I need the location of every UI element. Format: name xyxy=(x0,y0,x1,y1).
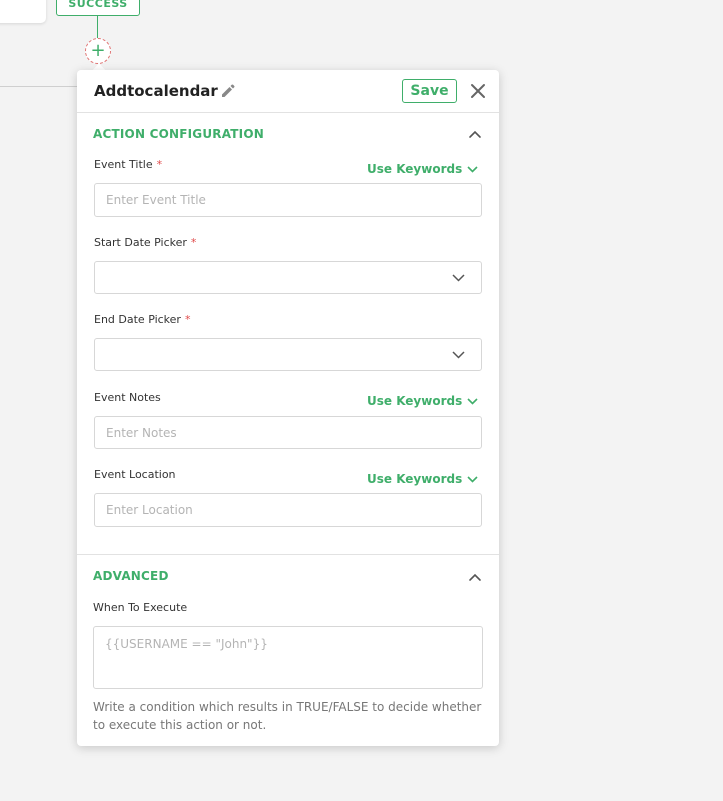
required-mark: * xyxy=(190,236,197,249)
action-config-panel: Addtocalendar Save ACTION CONFIGURATION … xyxy=(77,70,499,746)
success-branch-label: SUCCESS xyxy=(56,0,140,16)
start-date-picker[interactable] xyxy=(94,261,482,294)
required-mark: * xyxy=(156,158,163,171)
close-icon[interactable] xyxy=(469,82,487,100)
event-title-label: Event Title * xyxy=(94,158,163,171)
event-title-input[interactable] xyxy=(94,183,482,217)
chevron-down-icon xyxy=(452,351,465,359)
action-configuration-heading: ACTION CONFIGURATION xyxy=(93,127,264,141)
chevron-up-icon[interactable] xyxy=(468,572,482,582)
start-date-label: Start Date Picker * xyxy=(94,236,197,249)
add-step-button[interactable]: + xyxy=(85,38,111,64)
event-location-input[interactable] xyxy=(94,493,482,527)
event-notes-input[interactable] xyxy=(94,416,482,449)
chevron-down-icon xyxy=(467,476,478,483)
event-notes-use-keywords[interactable]: Use Keywords xyxy=(367,394,478,408)
pencil-icon[interactable] xyxy=(220,83,236,99)
previous-node-card[interactable] xyxy=(0,0,46,23)
chevron-down-icon xyxy=(452,274,465,282)
when-to-execute-label: When To Execute xyxy=(93,601,188,614)
event-notes-label: Event Notes xyxy=(94,391,161,404)
event-title-use-keywords[interactable]: Use Keywords xyxy=(367,162,478,176)
plus-icon: + xyxy=(90,40,106,61)
chevron-up-icon[interactable] xyxy=(468,129,482,139)
chevron-down-icon xyxy=(467,166,478,173)
condition-help-text: Write a condition which results in TRUE/… xyxy=(93,700,482,732)
event-location-label: Event Location xyxy=(94,468,176,481)
end-date-picker[interactable] xyxy=(94,338,482,371)
end-date-label: End Date Picker * xyxy=(94,313,191,326)
canvas-edge-line xyxy=(0,86,78,87)
panel-title: Addtocalendar xyxy=(94,82,218,100)
when-to-execute-input[interactable] xyxy=(93,626,483,689)
advanced-heading: ADVANCED xyxy=(93,569,169,583)
chevron-down-icon xyxy=(467,398,478,405)
panel-header: Addtocalendar Save xyxy=(77,70,499,113)
section-divider xyxy=(77,554,499,555)
required-mark: * xyxy=(184,313,191,326)
event-location-use-keywords[interactable]: Use Keywords xyxy=(367,472,478,486)
branch-connector-line xyxy=(97,16,98,38)
save-button[interactable]: Save xyxy=(402,79,457,103)
